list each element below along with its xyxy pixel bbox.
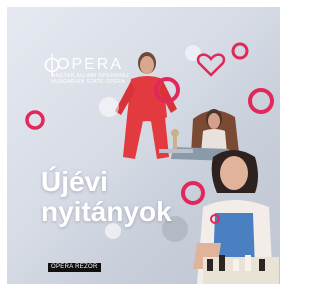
poster-frame: OPERA MAGYAR ÁLLAMI OPERAHÁZ HUNGARIAN S… [0, 0, 288, 291]
ring-icon [248, 88, 274, 114]
wordmark-text: OPERA [57, 56, 124, 73]
ring-icon [231, 42, 249, 60]
headline-line-2: nyitányok [41, 196, 172, 227]
heart-icon [196, 53, 226, 77]
chess-board [203, 255, 279, 284]
opera-logo: OPERA MAGYAR ÁLLAMI OPERAHÁZ HUNGARIAN S… [45, 57, 165, 86]
opera-poster[interactable]: OPERA MAGYAR ÁLLAMI OPERAHÁZ HUNGARIAN S… [7, 7, 280, 284]
sponsor-badge: OPERA REZOR [48, 263, 101, 272]
headline-line-1: Újévi [41, 166, 108, 197]
poster-artwork [25, 42, 279, 284]
poster-headline: Újévi nyitányok [41, 167, 191, 227]
ring-icon [25, 110, 45, 130]
balloon-shape [99, 97, 119, 117]
logo-line-english: HUNGARIAN STATE OPERA [51, 79, 126, 85]
logo-wordmark: OPERA [45, 57, 165, 73]
